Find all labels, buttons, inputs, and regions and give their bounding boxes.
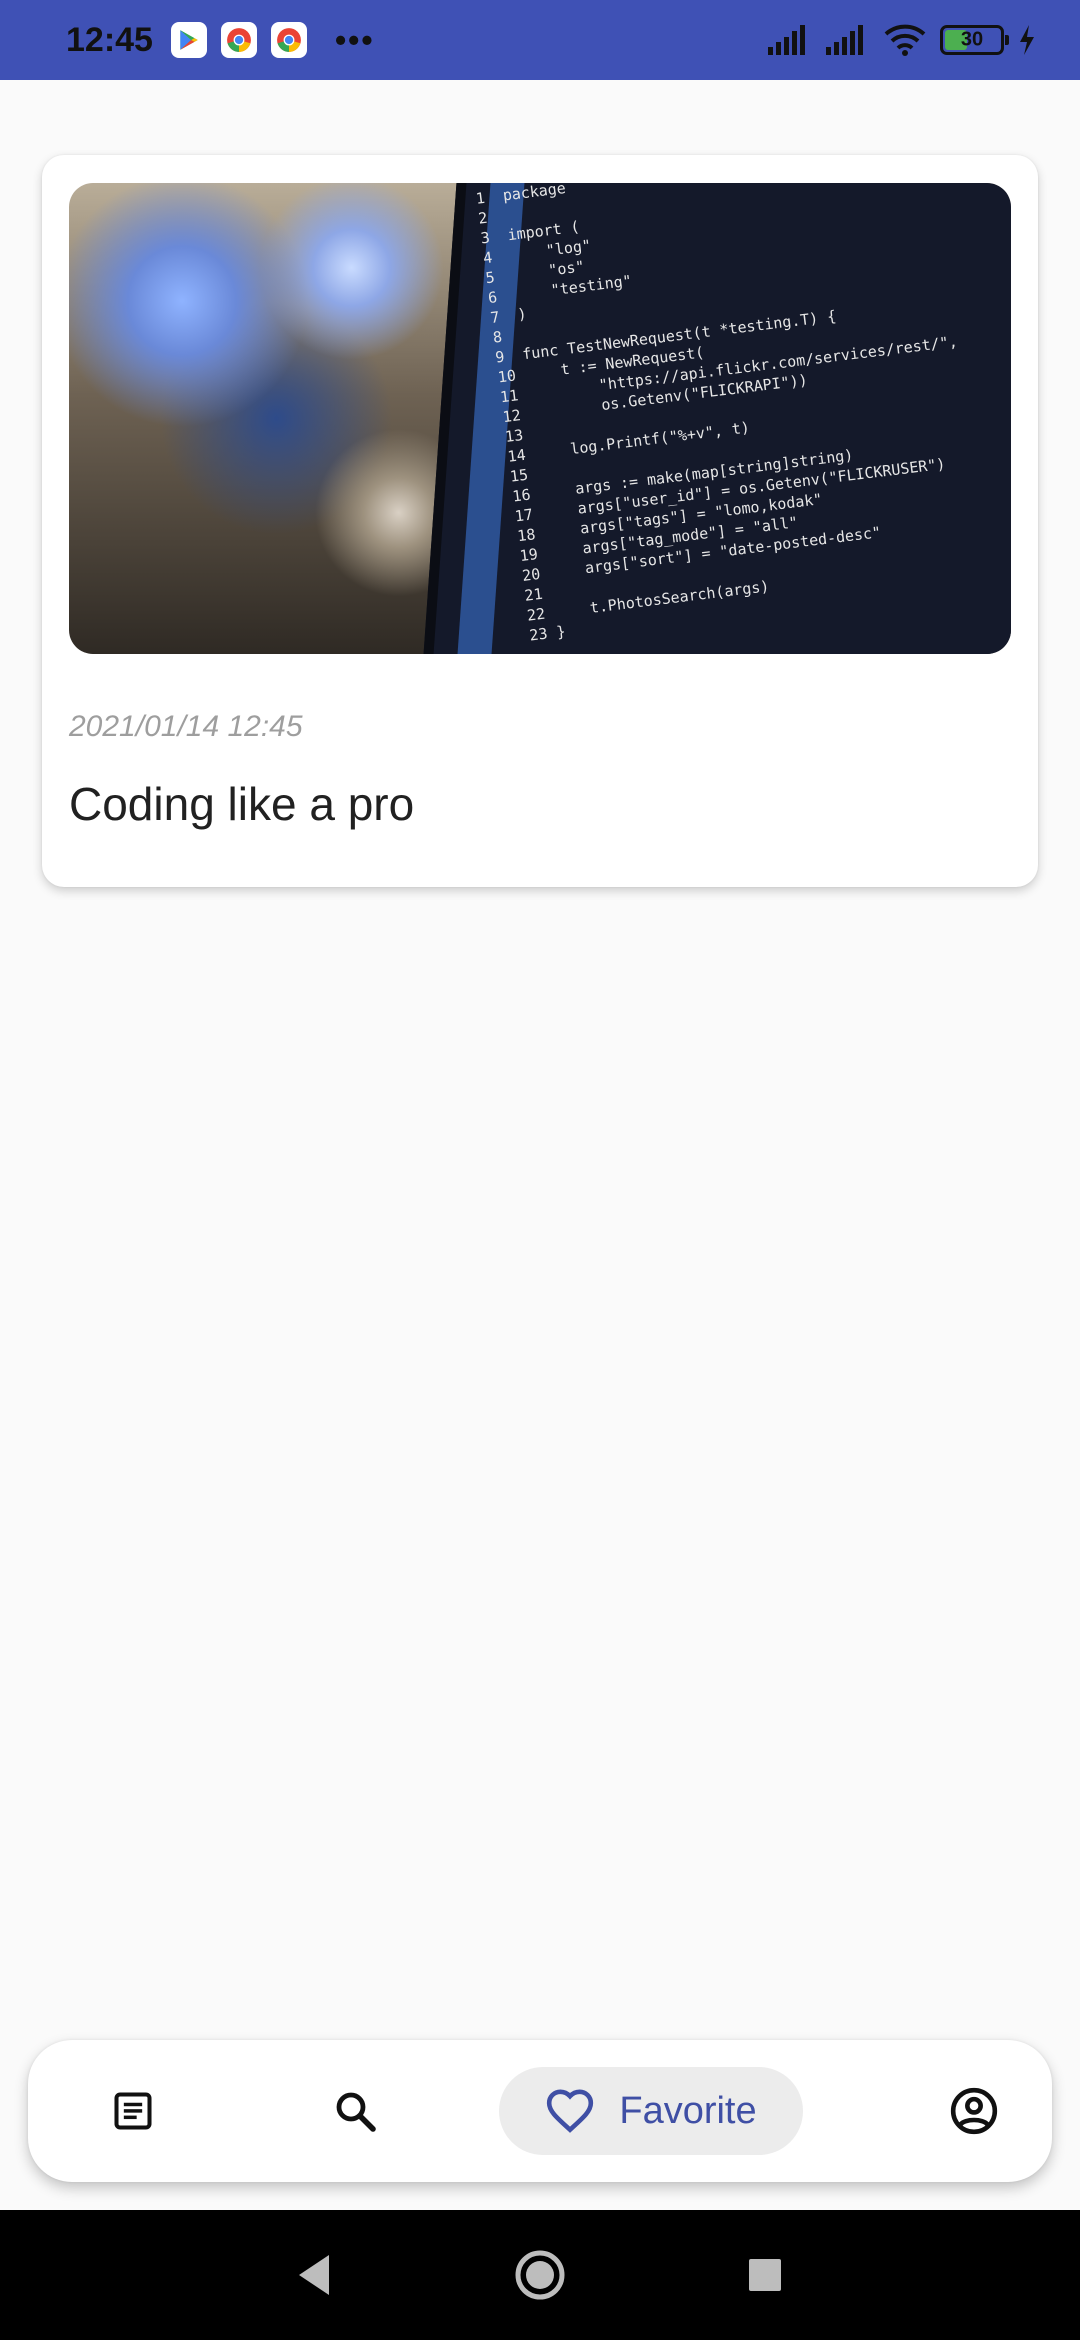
nav-search-button[interactable]: [300, 2040, 410, 2182]
signal-icon: [768, 25, 805, 55]
heart-icon: [547, 2089, 594, 2133]
play-store-icon: [170, 22, 207, 58]
more-notifications-icon: •••: [334, 21, 375, 58]
home-button[interactable]: [505, 2210, 575, 2340]
recents-icon: [749, 2259, 781, 2291]
signal-icon: [826, 25, 863, 55]
chrome-icon: [270, 22, 307, 58]
system-navigation-bar: [0, 2210, 1080, 2340]
status-icons: 30: [768, 24, 1036, 56]
search-icon: [336, 2092, 376, 2132]
wifi-icon: [884, 24, 926, 56]
back-icon: [299, 2255, 329, 2295]
nav-feed-button[interactable]: [78, 2040, 188, 2182]
post-date: 2021/01/14 12:45: [69, 710, 303, 743]
charging-icon: [1020, 25, 1034, 55]
post-card[interactable]: 1 package 2 3 import (4 "log" 5 "os" 6 "test…: [42, 155, 1038, 887]
back-button[interactable]: [280, 2210, 350, 2340]
code-snippet: 1 package 2 3 import (4 "log" 5 "os" 6 "test…: [474, 183, 1011, 650]
battery-level: 30: [960, 28, 984, 51]
article-icon: [114, 2092, 152, 2130]
battery-icon: 30: [940, 25, 1009, 55]
nav-favorite-label: Favorite: [619, 2089, 757, 2132]
home-icon: [515, 2250, 565, 2300]
nav-favorite-button[interactable]: Favorite: [499, 2067, 803, 2155]
bottom-navigation: Favorite: [28, 2040, 1052, 2182]
post-image: 1 package 2 3 import (4 "log" 5 "os" 6 "test…: [69, 183, 1011, 654]
post-title: Coding like a pro: [69, 778, 415, 830]
nav-profile-button[interactable]: [919, 2040, 1029, 2182]
status-bar: 12:45 ••• 30: [0, 0, 1080, 80]
chrome-icon: [220, 22, 257, 58]
account-circle-icon: [950, 2087, 998, 2135]
status-time: 12:45: [66, 20, 153, 59]
recents-button[interactable]: [730, 2210, 800, 2340]
